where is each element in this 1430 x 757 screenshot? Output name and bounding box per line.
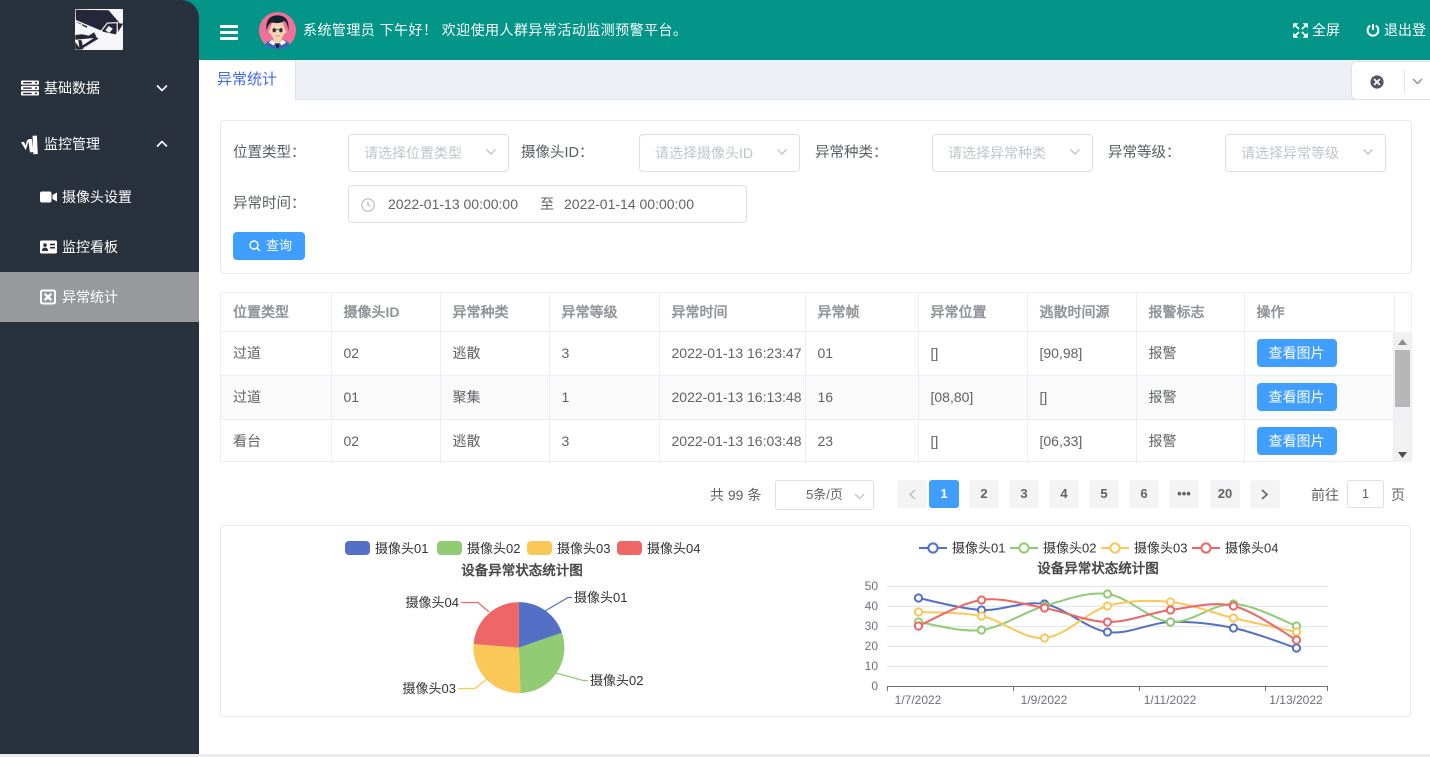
svg-text:摄像头04: 摄像头04 (406, 595, 459, 610)
svg-text:摄像头03: 摄像头03 (403, 681, 456, 696)
svg-text:设备异常状态统计图: 设备异常状态统计图 (1037, 560, 1159, 576)
svg-text:0: 0 (871, 679, 878, 693)
svg-text:摄像头02: 摄像头02 (1043, 541, 1096, 556)
svg-text:摄像头01: 摄像头01 (375, 541, 428, 556)
svg-text:摄像头03: 摄像头03 (557, 541, 610, 556)
svg-text:摄像头04: 摄像头04 (647, 541, 700, 556)
svg-text:摄像头02: 摄像头02 (467, 541, 520, 556)
svg-text:1/7/2022: 1/7/2022 (895, 693, 942, 707)
svg-text:设备异常状态统计图: 设备异常状态统计图 (461, 562, 583, 578)
svg-text:摄像头04: 摄像头04 (1225, 541, 1278, 556)
svg-text:1/11/2022: 1/11/2022 (1144, 693, 1197, 707)
svg-text:40: 40 (865, 599, 879, 613)
svg-text:20: 20 (865, 639, 879, 653)
svg-text:摄像头03: 摄像头03 (1134, 541, 1187, 556)
svg-text:1/13/2022: 1/13/2022 (1269, 693, 1323, 707)
svg-text:50: 50 (865, 579, 879, 593)
svg-text:1/9/2022: 1/9/2022 (1021, 693, 1068, 707)
svg-text:摄像头02: 摄像头02 (590, 673, 643, 688)
svg-text:10: 10 (865, 659, 879, 673)
svg-text:摄像头01: 摄像头01 (952, 541, 1005, 556)
svg-text:摄像头01: 摄像头01 (574, 590, 627, 605)
svg-text:30: 30 (865, 619, 879, 633)
